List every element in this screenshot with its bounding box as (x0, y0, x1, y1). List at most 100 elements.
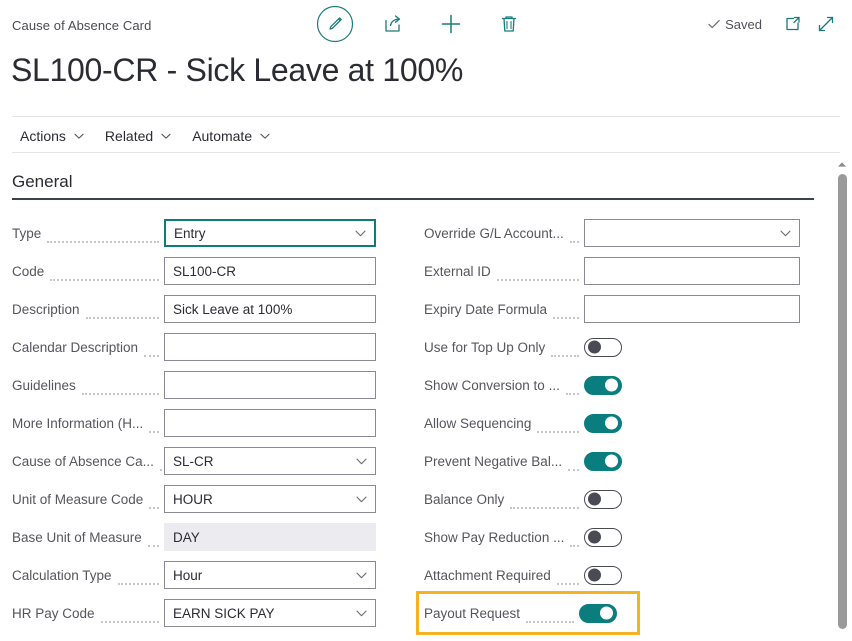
dropdown-type[interactable]: Entry (164, 219, 376, 247)
dropdown-unit-of-measure-code[interactable]: HOUR (164, 485, 376, 513)
fullscreen-button[interactable] (810, 4, 842, 44)
breadcrumb[interactable]: Cause of Absence Card (12, 18, 151, 33)
toggle-show-pay-reduction[interactable] (584, 528, 622, 547)
field-row-expiry-date-formula: Expiry Date Formula (424, 290, 824, 328)
field-control: Hour (164, 561, 376, 589)
chevron-down-icon (355, 455, 368, 468)
field-label-wrap: Allow Sequencing (424, 415, 584, 431)
vertical-scrollbar[interactable] (835, 158, 849, 641)
input-expiry-date-formula[interactable] (584, 295, 800, 323)
dotted-leader (50, 268, 159, 281)
field-label-wrap: Payout Request (424, 605, 579, 621)
field-control: DAY (164, 523, 376, 551)
dotted-leader (568, 458, 579, 471)
field-label-wrap: Expiry Date Formula (424, 301, 584, 317)
label-description: Description (12, 302, 80, 317)
field-control: SL-CR (164, 447, 376, 475)
input-calendar-description[interactable] (164, 333, 376, 361)
label-prevent-negative-bal: Prevent Negative Bal... (424, 454, 562, 469)
check-icon (707, 17, 721, 31)
edit-button[interactable] (306, 4, 364, 44)
field-row-external-id: External ID (424, 252, 824, 290)
toggle-allow-sequencing[interactable] (584, 414, 622, 433)
chevron-down-icon (160, 130, 172, 142)
input-external-id[interactable] (584, 257, 800, 285)
label-show-conversion-to: Show Conversion to ... (424, 378, 560, 393)
input-guidelines[interactable] (164, 371, 376, 399)
dotted-leader (551, 344, 579, 357)
toggle-show-conversion-to[interactable] (584, 376, 622, 395)
action-menu-actions[interactable]: Actions (12, 124, 97, 148)
scrollbar-thumb[interactable] (838, 174, 847, 629)
dropdown-override-g-l-account[interactable] (584, 219, 800, 247)
field-row-show-pay-reduction: Show Pay Reduction ... (424, 518, 824, 556)
action-menu-related[interactable]: Related (97, 124, 184, 148)
dotted-leader (148, 534, 159, 547)
toggle-payout-request[interactable] (579, 604, 617, 623)
open-in-new-window-button[interactable] (776, 4, 810, 44)
top-bar: Cause of Absence Card (0, 0, 852, 46)
input-description[interactable]: Sick Leave at 100% (164, 295, 376, 323)
chevron-down-icon (355, 607, 368, 620)
field-label-wrap: Use for Top Up Only (424, 339, 584, 355)
field-row-allow-sequencing: Allow Sequencing (424, 404, 824, 442)
field-control (164, 371, 376, 399)
field-control (584, 490, 622, 509)
form-column-right: Override G/L Account...External ID Expiry… (424, 214, 824, 632)
field-label-wrap: Calculation Type (12, 567, 164, 583)
label-allow-sequencing: Allow Sequencing (424, 416, 531, 431)
field-control (164, 333, 376, 361)
toggle-use-for-top-up-only[interactable] (584, 338, 622, 357)
field-row-cause-of-absence-ca: Cause of Absence Ca... SL-CR (12, 442, 412, 480)
action-menu-automate[interactable]: Automate (184, 124, 283, 148)
delete-button[interactable] (480, 4, 538, 44)
dropdown-calculation-type[interactable]: Hour (164, 561, 376, 589)
label-payout-request: Payout Request (424, 606, 520, 621)
toggle-knob (605, 455, 618, 468)
label-cause-of-absence-ca: Cause of Absence Ca... (12, 454, 154, 469)
field-row-attachment-required: Attachment Required (424, 556, 824, 594)
field-control: SL100-CR (164, 257, 376, 285)
field-value: DAY (173, 530, 200, 545)
dotted-leader (144, 344, 159, 357)
dotted-leader (553, 306, 579, 319)
input-code[interactable]: SL100-CR (164, 257, 376, 285)
field-row-override-g-l-account: Override G/L Account... (424, 214, 824, 252)
dropdown-hr-pay-code[interactable]: EARN SICK PAY (164, 599, 376, 627)
dotted-leader (82, 382, 159, 395)
toggle-balance-only[interactable] (584, 490, 622, 509)
field-label-wrap: Base Unit of Measure (12, 529, 164, 545)
toggle-prevent-negative-bal[interactable] (584, 452, 622, 471)
field-label-wrap: HR Pay Code (12, 605, 164, 621)
field-control: Sick Leave at 100% (164, 295, 376, 323)
input-base-unit-of-measure: DAY (164, 523, 376, 551)
field-row-payout-request: Payout Request (419, 594, 637, 632)
dotted-leader (557, 572, 579, 585)
chevron-down-icon (779, 227, 792, 240)
share-button[interactable] (364, 4, 422, 44)
field-control (584, 338, 622, 357)
label-calendar-description: Calendar Description (12, 340, 138, 355)
field-row-use-for-top-up-only: Use for Top Up Only (424, 328, 824, 366)
dotted-leader (118, 572, 159, 585)
field-control: Entry (164, 219, 376, 247)
field-row-code: CodeSL100-CR (12, 252, 412, 290)
field-value: HOUR (173, 492, 213, 507)
toggle-attachment-required[interactable] (584, 566, 622, 585)
form-column-left: TypeEntry CodeSL100-CR Description Sick Lea… (12, 214, 412, 632)
label-more-information-h: More Information (H... (12, 416, 143, 431)
field-label-wrap: Type (12, 225, 164, 241)
input-more-information-h[interactable] (164, 409, 376, 437)
dotted-leader (47, 230, 159, 243)
toggle-knob (605, 379, 618, 392)
dropdown-cause-of-absence-ca[interactable]: SL-CR (164, 447, 376, 475)
field-row-calendar-description: Calendar Description (12, 328, 412, 366)
field-label-wrap: More Information (H... (12, 415, 164, 431)
new-button[interactable] (422, 4, 480, 44)
dotted-leader (160, 458, 162, 471)
action-menu-bar: Actions Related Automate (12, 121, 283, 151)
chevron-up-icon (837, 161, 847, 168)
field-control: EARN SICK PAY (164, 599, 376, 627)
scroll-up-button[interactable] (835, 158, 849, 170)
label-show-pay-reduction: Show Pay Reduction ... (424, 530, 564, 545)
